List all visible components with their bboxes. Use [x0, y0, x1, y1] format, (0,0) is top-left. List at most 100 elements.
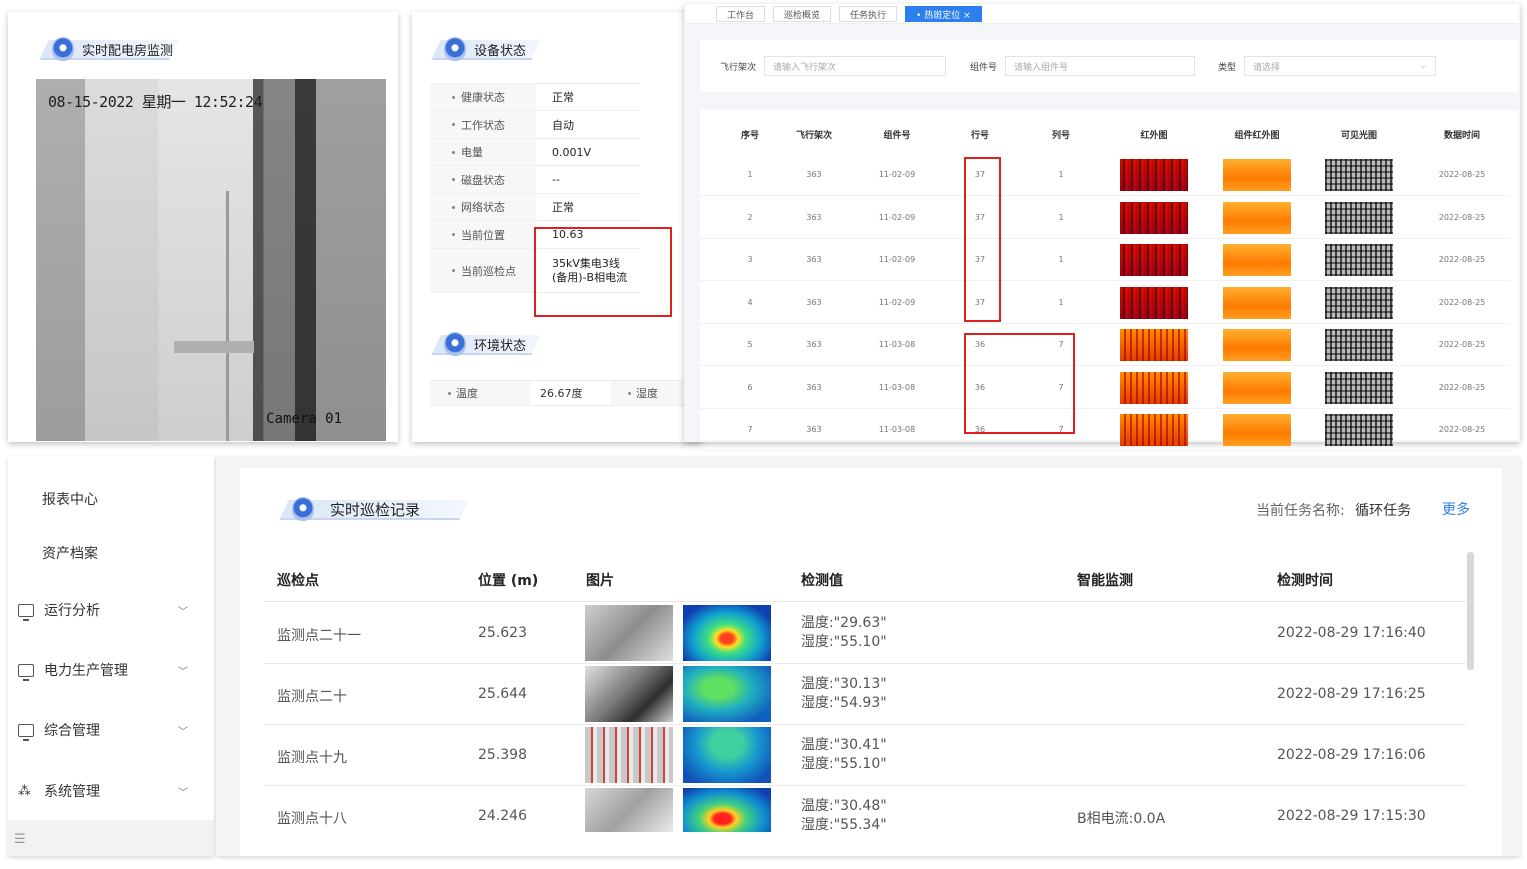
- infrared-image[interactable]: [1120, 244, 1188, 276]
- component-infrared-image[interactable]: [1223, 329, 1291, 361]
- cell-flight: 363: [806, 255, 822, 264]
- sidebar-item-label: 报表中心: [42, 492, 98, 508]
- component-input[interactable]: 请输入组件号: [1005, 56, 1196, 76]
- cell-date: 2022-08-25: [1438, 255, 1486, 264]
- cell-flight: 363: [806, 297, 822, 307]
- component-infrared-image[interactable]: [1223, 286, 1291, 319]
- records-table-header: 巡检点 位置 (m) 图片 检测值 智能监测 检测时间: [264, 556, 1466, 602]
- cell-date: 2022-08-25: [1438, 297, 1486, 307]
- record-thermal-photo[interactable]: [683, 788, 771, 832]
- highlight-box: [534, 227, 672, 317]
- infrared-image[interactable]: [1120, 286, 1188, 319]
- temp-label: 温度: [430, 381, 530, 405]
- table-row[interactable]: 监测点十九 25.398 温度:"30.41" 湿度:"55.10" 2022-0…: [264, 725, 1466, 786]
- tab-hotspot[interactable]: • 热斑定位 ×: [905, 6, 982, 22]
- infrared-image[interactable]: [1120, 201, 1188, 234]
- visible-light-image[interactable]: [1325, 414, 1393, 446]
- tab-task[interactable]: 任务执行: [839, 6, 898, 22]
- record-position: 25.398: [478, 747, 527, 763]
- visible-light-image[interactable]: [1325, 371, 1393, 404]
- col-header: 位置 (m): [478, 573, 539, 589]
- type-select[interactable]: 请选择 ⌄: [1244, 56, 1437, 76]
- table-row[interactable]: 监测点十八 24.246 温度:"30.48" 湿度:"55.34" B相电流:0…: [264, 786, 1466, 834]
- tab-overview[interactable]: 巡检概览: [773, 6, 832, 22]
- sidebar-item-system[interactable]: ⁂ 系统管理 ﹀: [18, 781, 188, 801]
- device-key: 当前巡检点: [461, 264, 516, 278]
- cell-no: 3: [747, 255, 753, 264]
- record-position: 25.644: [478, 686, 527, 702]
- infrared-image[interactable]: [1120, 329, 1188, 361]
- component-infrared-image[interactable]: [1223, 244, 1291, 276]
- cell-component: 11-02-09: [878, 297, 916, 307]
- component-filter: 组件号 请输入组件号: [970, 56, 1196, 76]
- sidebar-item-reports[interactable]: 报表中心: [42, 489, 212, 509]
- infrared-image[interactable]: [1120, 159, 1188, 191]
- cell-no: 2: [747, 212, 753, 222]
- record-thermal-photo[interactable]: [683, 666, 771, 722]
- highlight-box: [964, 333, 1075, 434]
- record-photo[interactable]: [585, 788, 673, 832]
- records-scrollbar[interactable]: [1467, 552, 1474, 670]
- shield-icon: [444, 332, 466, 356]
- col-header: 行号: [970, 131, 990, 141]
- component-infrared-image[interactable]: [1223, 371, 1291, 404]
- record-smart: B相电流:0.0A: [1077, 811, 1166, 827]
- collapse-icon[interactable]: ☰: [14, 832, 26, 847]
- cell-date: 2022-08-25: [1438, 382, 1486, 392]
- record-photo[interactable]: [585, 605, 673, 661]
- table-row[interactable]: 7 363 11-03-08 36 7 2022-08-25: [700, 409, 1510, 451]
- table-row[interactable]: 5 363 11-03-08 36 7 2022-08-25: [700, 324, 1510, 366]
- table-row[interactable]: 监测点二十 25.644 温度:"30.13" 湿度:"54.93" 2022-0…: [264, 664, 1466, 725]
- infrared-image[interactable]: [1120, 414, 1188, 446]
- table-row[interactable]: 3 363 11-02-09 37 1 2022-08-25: [700, 239, 1510, 281]
- sidebar-item-analysis[interactable]: 运行分析 ﹀: [18, 600, 188, 621]
- env-status-title: 环境状态: [431, 329, 541, 359]
- table-row[interactable]: 1 363 11-02-09 37 1 2022-08-25: [700, 154, 1510, 196]
- device-row: 电量 0.001V: [430, 139, 640, 166]
- col-header: 序号: [740, 131, 760, 141]
- table-row[interactable]: 监测点二十一 25.623 温度:"29.63" 湿度:"55.10" 2022-…: [264, 603, 1466, 664]
- visible-light-image[interactable]: [1325, 244, 1393, 276]
- cell-col: 1: [1058, 212, 1064, 222]
- tab-workbench[interactable]: 工作台: [716, 6, 766, 22]
- flight-input[interactable]: 请输入飞行架次: [764, 56, 947, 76]
- chevron-down-icon: ﹀: [178, 726, 188, 738]
- infrared-image[interactable]: [1120, 371, 1188, 404]
- table-row[interactable]: 4 363 11-02-09 37 1 2022-08-25: [700, 282, 1510, 324]
- current-task: 当前任务名称: 循环任务: [1256, 500, 1411, 520]
- visible-light-image[interactable]: [1325, 201, 1393, 234]
- device-row: 健康状态 正常: [430, 84, 640, 111]
- col-header: 列号: [1051, 131, 1071, 141]
- sidebar-item-assets[interactable]: 资产档案: [42, 543, 212, 563]
- record-thermal-photo[interactable]: [683, 727, 771, 783]
- component-infrared-image[interactable]: [1223, 414, 1291, 446]
- record-temp: 温度:"30.41": [801, 737, 887, 753]
- component-infrared-image[interactable]: [1223, 159, 1291, 191]
- record-time: 2022-08-29 17:16:40: [1277, 625, 1426, 641]
- cell-no: 4: [747, 297, 753, 307]
- table-row[interactable]: 2 363 11-02-09 37 1 2022-08-25: [700, 197, 1510, 239]
- record-thermal-photo[interactable]: [683, 605, 771, 661]
- device-value: --: [552, 173, 560, 186]
- more-link[interactable]: 更多: [1442, 499, 1470, 519]
- visible-light-image[interactable]: [1325, 286, 1393, 319]
- camera-panel-title-text: 实时配电房监测: [82, 43, 174, 59]
- camera-feed[interactable]: 08-15-2022 星期一 12:52:24 Camera 01: [36, 79, 386, 441]
- component-infrared-image[interactable]: [1223, 201, 1291, 234]
- record-time: 2022-08-29 17:16:06: [1277, 747, 1426, 763]
- cell-flight: 363: [806, 382, 822, 392]
- record-photo[interactable]: [585, 666, 673, 722]
- record-time: 2022-08-29 17:16:25: [1277, 686, 1426, 702]
- col-header: 数据时间: [1443, 131, 1481, 141]
- device-value: 0.001V: [552, 145, 592, 159]
- device-value: 自动: [552, 118, 574, 132]
- cell-col: 1: [1058, 255, 1064, 264]
- visible-light-image[interactable]: [1325, 329, 1393, 361]
- sidebar-item-general[interactable]: 综合管理 ﹀: [18, 720, 188, 741]
- visible-light-image[interactable]: [1325, 159, 1393, 191]
- sidebar-item-production[interactable]: 电力生产管理 ﹀: [18, 660, 188, 681]
- record-humidity: 湿度:"55.10": [801, 756, 887, 772]
- sidebar-collapse-bar[interactable]: ☰: [8, 820, 214, 856]
- record-photo[interactable]: [585, 727, 673, 783]
- table-row[interactable]: 6 363 11-03-08 36 7 2022-08-25: [700, 367, 1510, 409]
